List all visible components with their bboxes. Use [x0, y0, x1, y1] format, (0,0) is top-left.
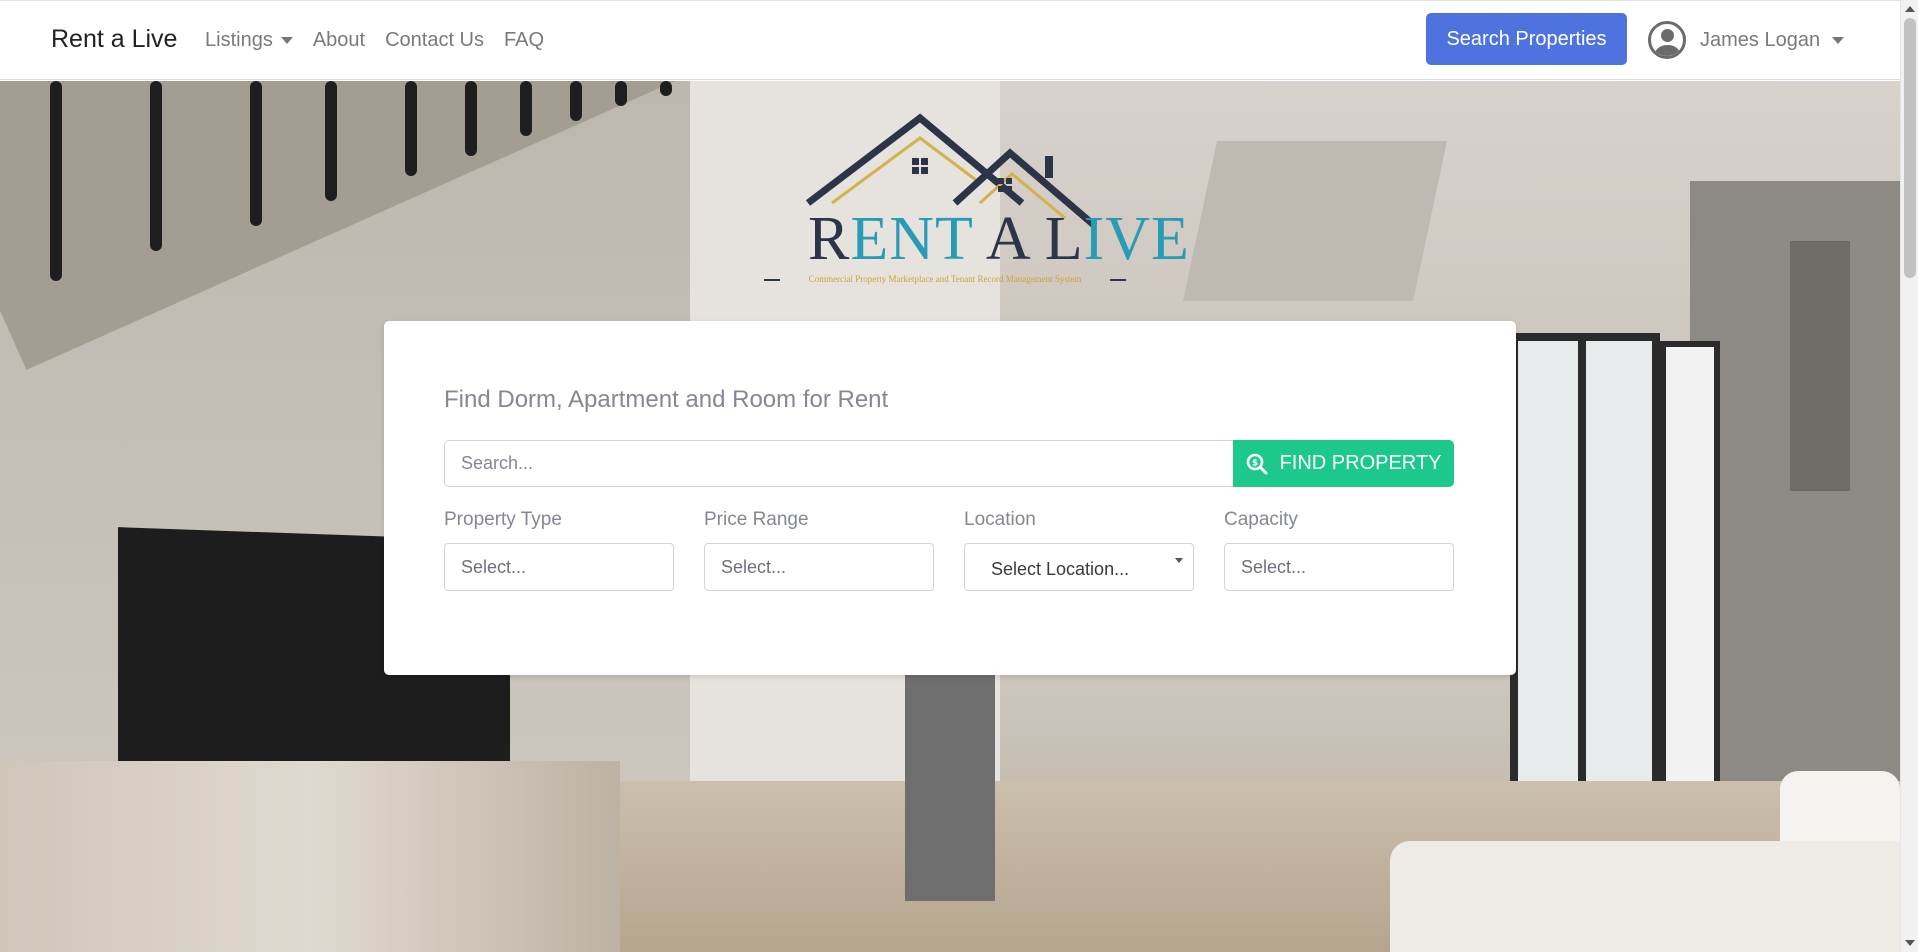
- nav-listings-dropdown[interactable]: Listings: [205, 29, 293, 52]
- hero-stair-rail: [465, 81, 477, 156]
- find-property-label: FIND PROPERTY: [1279, 452, 1442, 474]
- hero-fridge: [905, 671, 995, 901]
- hero-stair-rail: [250, 81, 262, 226]
- top-navbar: Rent a Live Listings About Contact Us FA…: [0, 0, 1900, 80]
- user-menu-dropdown[interactable]: James Logan: [1648, 21, 1845, 59]
- svg-text:$: $: [1251, 458, 1257, 468]
- property-type-value: Select...: [461, 556, 527, 577]
- hero-stair-rail: [50, 81, 62, 281]
- search-properties-button[interactable]: Search Properties: [1426, 13, 1627, 65]
- scrollbar-thumb[interactable]: [1904, 18, 1916, 278]
- capacity-value: Select...: [1241, 556, 1307, 577]
- hero-stair-rail: [615, 81, 627, 106]
- filter-property-type: Property Type Select...: [444, 509, 674, 591]
- navbar-brand[interactable]: Rent a Live: [51, 25, 177, 54]
- hero-ceiling-panel: [1182, 141, 1448, 301]
- price-range-value: Select...: [721, 556, 787, 577]
- filter-price-range: Price Range Select...: [704, 509, 934, 591]
- chevron-down-icon: [1175, 558, 1183, 563]
- nav-faq[interactable]: FAQ: [504, 29, 544, 52]
- filter-capacity: Capacity Select...: [1224, 509, 1454, 591]
- hero-stair-rail: [660, 81, 672, 96]
- search-row: $ FIND PROPERTY: [444, 440, 1454, 487]
- filter-label: Location: [964, 509, 1036, 530]
- nav-about[interactable]: About: [313, 29, 365, 52]
- hero-sofa: [1390, 841, 1900, 952]
- capacity-select[interactable]: Select...: [1224, 543, 1454, 591]
- logo-tagline: Commercial Property Marketplace and Tena…: [808, 274, 1082, 284]
- scroll-down-arrow-icon[interactable]: [1905, 940, 1915, 946]
- caret-down-icon: [1832, 36, 1845, 44]
- page-scrollbar[interactable]: [1900, 0, 1918, 952]
- hero-stair-rail: [520, 81, 532, 136]
- location-value: Select Location...: [991, 558, 1130, 579]
- filter-label: Capacity: [1224, 509, 1298, 530]
- nav-contact-us[interactable]: Contact Us: [385, 29, 484, 52]
- location-select[interactable]: Select Location...: [964, 543, 1194, 591]
- user-name: James Logan: [1700, 28, 1821, 51]
- search-card-title: Find Dorm, Apartment and Room for Rent: [444, 386, 889, 413]
- search-dollar-icon: $: [1246, 453, 1268, 475]
- filter-label: Property Type: [444, 509, 562, 530]
- logo-wordmark: RENT A LIVE: [808, 205, 1190, 273]
- hero-stair-rail: [325, 81, 337, 201]
- rent-a-live-logo: RENT A LIVE Commercial Property Marketpl…: [760, 108, 1190, 298]
- hero-tv-cabinet: [0, 761, 620, 952]
- filter-location: Location Select Location...: [964, 509, 1194, 591]
- hero-stair-rail: [405, 81, 417, 176]
- search-input[interactable]: [444, 440, 1233, 487]
- hero-range-hood: [1790, 241, 1850, 491]
- price-range-select[interactable]: Select...: [704, 543, 934, 591]
- nav-links: Listings About Contact Us FAQ: [205, 29, 564, 52]
- scroll-up-arrow-icon[interactable]: [1905, 6, 1915, 12]
- hero-stair-rail: [570, 81, 582, 121]
- filter-label: Price Range: [704, 509, 809, 530]
- user-circle-icon: [1648, 21, 1686, 59]
- find-property-button[interactable]: $ FIND PROPERTY: [1233, 440, 1454, 487]
- search-filters: Property Type Select... Price Range Sele…: [444, 509, 1454, 591]
- caret-down-icon: [280, 37, 293, 44]
- property-type-select[interactable]: Select...: [444, 543, 674, 591]
- nav-listings-label: Listings: [205, 29, 273, 51]
- hero-stair-rail: [150, 81, 162, 251]
- search-card: Find Dorm, Apartment and Room for Rent $…: [384, 321, 1516, 675]
